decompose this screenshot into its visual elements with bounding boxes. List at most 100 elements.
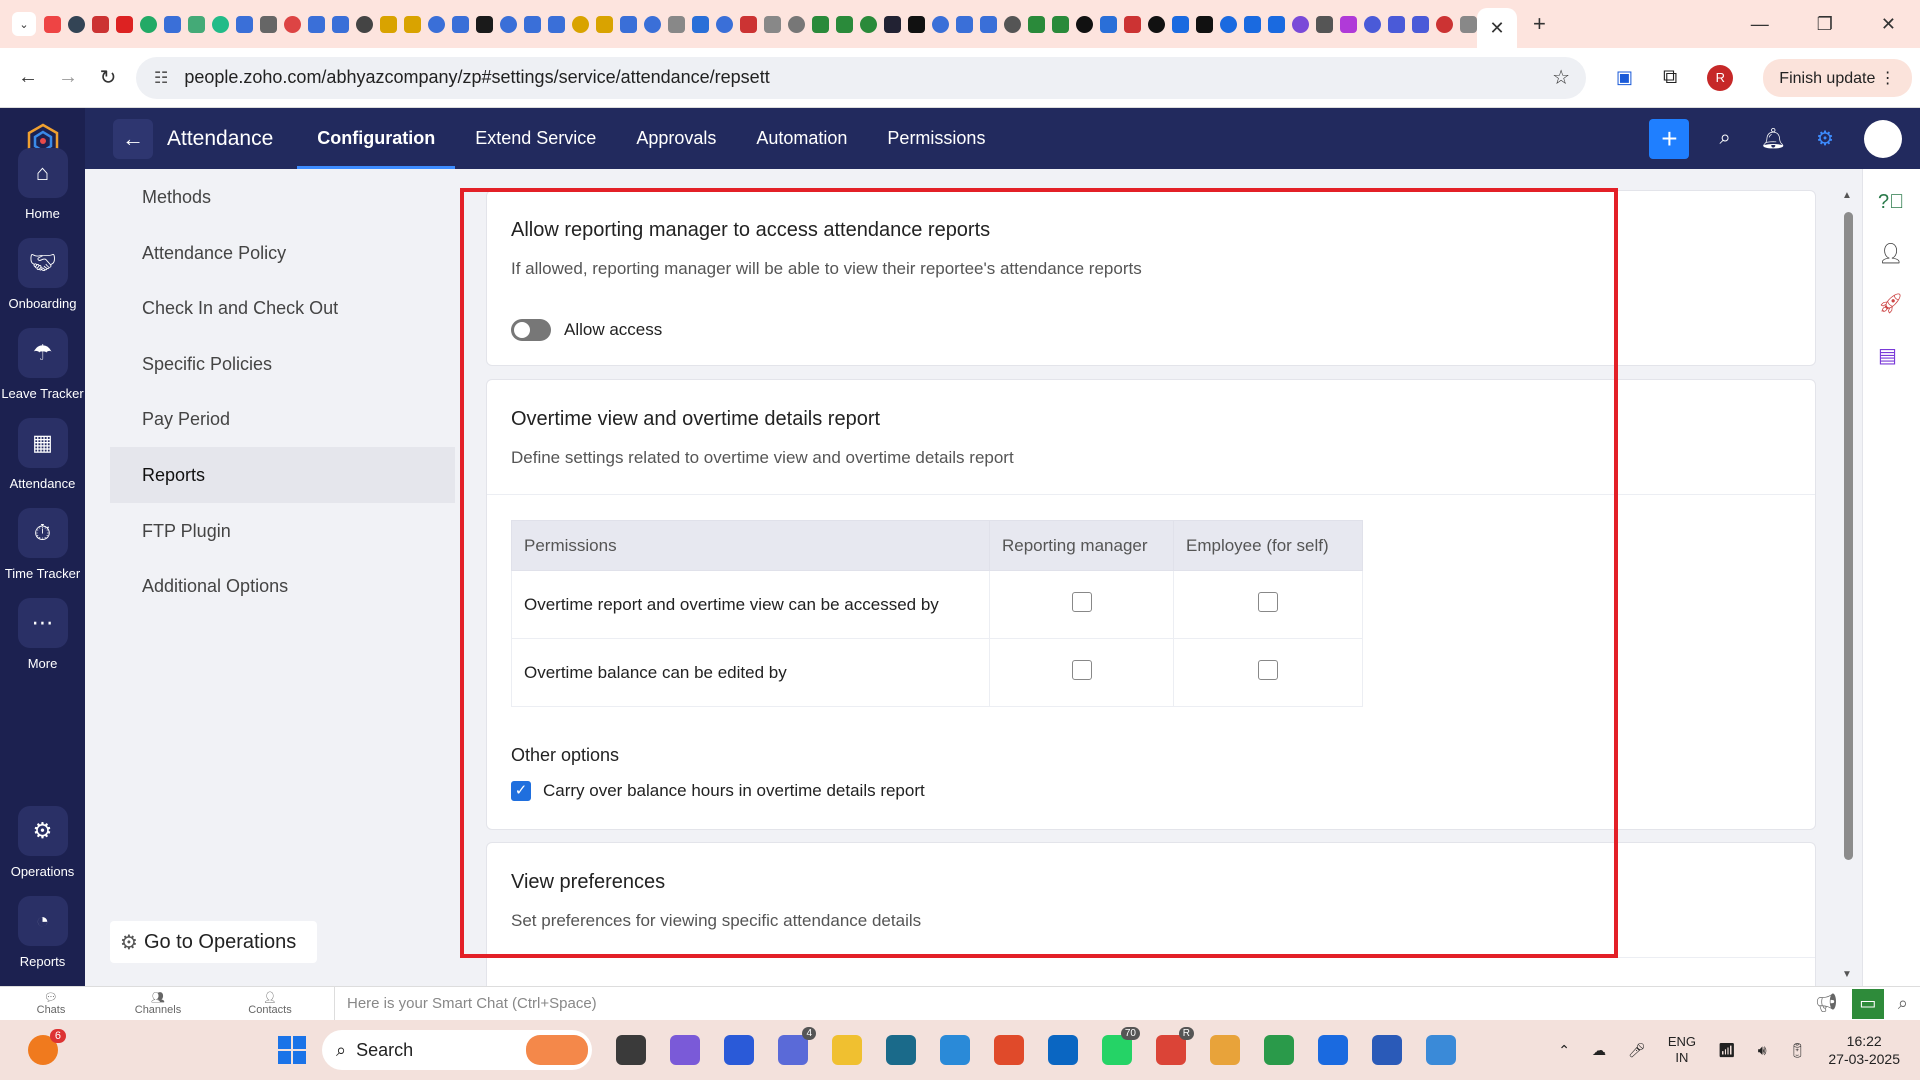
taskbar-app-icon[interactable]: R [1156,1027,1194,1065]
browser-tab-favicon[interactable] [1412,15,1429,33]
chevron-up-icon[interactable]: ⌃ [1558,1042,1570,1059]
bookmark-star-icon[interactable]: ☆ [1552,65,1570,90]
browser-tab-favicon[interactable] [1028,15,1045,33]
onedrive-icon[interactable]: ☁ [1592,1042,1606,1059]
browser-tab-favicon[interactable] [284,15,301,33]
rocket-icon[interactable]: 🚀︎ [1878,291,1903,316]
rail-item-attendance[interactable]: ▦ Attendance [0,418,85,491]
browser-tab-favicon[interactable] [68,15,85,33]
browser-tab-favicon[interactable] [788,15,805,33]
browser-tab-favicon[interactable] [812,15,829,33]
channels-button[interactable]: 👥︎ Channels [102,992,214,1016]
volume-icon[interactable]: 🔊︎ [1758,1042,1767,1059]
browser-tab-favicon[interactable] [980,15,997,33]
browser-tab-favicon[interactable] [884,15,901,33]
taskbar-app-icon[interactable] [616,1035,646,1065]
browser-tab-favicon[interactable] [428,15,445,33]
taskbar-app-icon[interactable] [1210,1035,1240,1065]
announcement-icon[interactable]: 📢︎ [1815,993,1838,1014]
rail-item-time-tracker[interactable]: ⏱︎ Time Tracker [0,508,85,581]
search-icon[interactable]: ⌕ [1719,127,1730,150]
bell-icon[interactable]: 🔔︎ [1761,126,1786,151]
rail-item-reports[interactable]: ◔ Reports [0,896,85,969]
screenshot-icon[interactable]: ▣ [1616,67,1633,88]
browser-tab-favicon[interactable] [1316,15,1333,33]
scroll-down-icon[interactable]: ▼ [1842,969,1852,980]
user-settings-icon[interactable]: 👤︎ [1878,241,1903,266]
close-tab-icon[interactable]: ✕ [1477,8,1517,48]
side-menu-item-reports[interactable]: Reports [110,447,455,503]
smart-chat-input[interactable]: Here is your Smart Chat (Ctrl+Space) [334,986,597,1021]
minimize-icon[interactable]: — [1751,14,1769,35]
browser-tab-favicon[interactable] [116,15,133,33]
microphone-icon[interactable]: 🎤︎ [1628,1042,1646,1059]
taskbar-app-icon[interactable] [670,1035,700,1065]
browser-tab-favicon[interactable] [212,15,229,33]
browser-tab-favicon[interactable] [1004,15,1021,33]
weather-widget-icon[interactable]: 6 [28,1029,66,1065]
taskbar-app-icon[interactable] [1426,1035,1456,1065]
browser-tab-favicon[interactable] [596,15,613,33]
rail-item-leave-tracker[interactable]: ☂ Leave Tracker [0,328,85,401]
browser-tab-favicon[interactable] [932,15,949,33]
extensions-icon[interactable]: ⧉ [1663,66,1677,89]
browser-tab-favicon[interactable] [476,15,493,33]
forward-icon[interactable]: → [48,66,88,89]
rail-item-home[interactable]: ⌂ Home [0,148,85,221]
browser-tab-favicon[interactable] [188,15,205,33]
browser-tab-favicon[interactable] [164,15,181,33]
side-menu-item-attendance-policy[interactable]: Attendance Policy [110,225,455,281]
chats-button[interactable]: 💬︎ Chats [0,992,102,1016]
side-menu-item-ftp-plugin[interactable]: FTP Plugin [110,503,455,559]
browser-tab-favicon[interactable] [1052,15,1069,33]
browser-tab-favicon[interactable] [1388,15,1405,33]
rail-item-onboarding[interactable]: 🤝︎ Onboarding [0,238,85,311]
browser-tab-favicon[interactable] [1364,15,1381,33]
browser-tab-favicon[interactable] [1124,15,1141,33]
gear-icon[interactable]: ⚙ [1816,126,1834,151]
feedback-icon[interactable]: ▤ [1878,343,1897,368]
restore-icon[interactable]: ❐ [1817,14,1833,35]
taskbar-app-icon[interactable] [724,1035,754,1065]
taskbar-app-icon[interactable] [1318,1035,1348,1065]
help-icon[interactable]: ?⃝ [1878,191,1904,214]
browser-tab-favicon[interactable] [644,15,661,33]
address-bar[interactable]: ☷ people.zoho.com/abhyazcompany/zp#setti… [136,56,1586,99]
side-menu-item-methods[interactable]: Methods [110,169,455,225]
tab-search-dropdown-icon[interactable]: ⌄ [12,12,36,36]
back-arrow-icon[interactable]: ← [113,118,153,159]
browser-tab-favicon[interactable] [308,15,325,33]
side-menu-item-pay-period[interactable]: Pay Period [110,391,455,447]
browser-tab-favicon[interactable] [452,15,469,33]
user-avatar[interactable] [1864,119,1902,158]
search-icon[interactable]: ⌕ [1898,993,1908,1014]
close-window-icon[interactable]: ✕ [1881,14,1896,35]
side-menu-item-specific-policies[interactable]: Specific Policies [110,336,455,392]
browser-tab-favicon[interactable] [836,15,853,33]
browser-tab-favicon[interactable] [1220,15,1237,33]
browser-tab-favicon[interactable] [260,15,277,33]
taskbar-search[interactable]: ⌕ Search [322,1030,592,1070]
browser-tab-favicon[interactable] [1244,15,1261,33]
browser-tab-favicon[interactable] [332,15,349,33]
profile-avatar[interactable]: R [1707,64,1734,91]
browser-tab-favicon[interactable] [500,15,517,33]
browser-tab-favicon[interactable] [1292,15,1309,33]
browser-tab-favicon[interactable] [668,15,685,33]
tab-permissions[interactable]: Permissions [867,108,1005,169]
browser-tab-favicon[interactable] [1460,15,1477,33]
browser-tab-favicon[interactable] [140,15,157,33]
browser-tab-favicon[interactable] [572,15,589,33]
clock[interactable]: 16:22 27-03-2025 [1828,1032,1900,1068]
rail-item-more[interactable]: ⋯ More [0,598,85,671]
side-menu-item-additional-options[interactable]: Additional Options [110,558,455,614]
browser-tab-favicon[interactable] [356,15,373,33]
tab-configuration[interactable]: Configuration [297,108,456,169]
browser-tab-favicon[interactable] [236,15,253,33]
browser-tab-favicon[interactable] [740,15,757,33]
browser-tab-favicon[interactable] [548,15,565,33]
site-info-icon[interactable]: ☷ [154,68,168,88]
taskbar-app-icon[interactable]: 70 [1102,1027,1140,1065]
browser-tab-favicon[interactable] [620,15,637,33]
browser-tab-favicon[interactable] [692,15,709,33]
